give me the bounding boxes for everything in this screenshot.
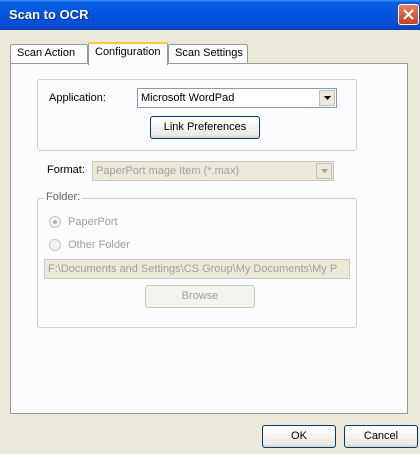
browse-button[interactable]: Browse <box>145 285 255 308</box>
application-group: Application: Microsoft WordPad Link Pref… <box>37 79 357 151</box>
other-folder-radio[interactable] <box>49 239 61 251</box>
application-value: Microsoft WordPad <box>141 92 235 104</box>
browse-label: Browse <box>181 290 219 302</box>
folder-path-field[interactable]: F:\Documents and Settings\CS Group\My Do… <box>44 259 350 279</box>
chevron-down-icon[interactable] <box>316 163 332 179</box>
tab-label: Configuration <box>95 46 161 58</box>
other-folder-radio-label: Other Folder <box>68 239 130 251</box>
cancel-label: Cancel <box>363 430 399 442</box>
configuration-panel: Application: Microsoft WordPad Link Pref… <box>10 63 408 414</box>
radio-selected-dot <box>53 220 57 224</box>
tab-label: Scan Settings <box>175 47 243 59</box>
link-preferences-button[interactable]: Link Preferences <box>150 116 260 139</box>
chevron-down-icon[interactable] <box>319 90 335 106</box>
application-select[interactable]: Microsoft WordPad <box>137 88 337 108</box>
title-bar[interactable]: Scan to OCR <box>0 0 420 30</box>
folder-group-label: Folder: <box>44 191 83 203</box>
application-label: Application: <box>49 92 106 104</box>
tab-scan-settings[interactable]: Scan Settings <box>168 44 248 63</box>
format-value: PaperPort mage Item (*.max) <box>96 165 240 177</box>
tab-configuration[interactable]: Configuration <box>88 42 168 65</box>
folder-path-value: F:\Documents and Settings\CS Group\My Do… <box>48 263 338 275</box>
cancel-button[interactable]: Cancel <box>344 425 418 448</box>
format-label: Format: <box>47 164 85 176</box>
ok-button[interactable]: OK <box>262 425 336 448</box>
ok-label: OK <box>291 430 307 442</box>
tab-label: Scan Action <box>17 47 76 59</box>
paperport-radio-label: PaperPort <box>68 216 118 228</box>
paperport-radio[interactable] <box>49 216 61 228</box>
link-preferences-label: Link Preferences <box>163 121 247 133</box>
format-select[interactable]: PaperPort mage Item (*.max) <box>92 161 334 181</box>
close-button[interactable] <box>398 4 419 25</box>
tab-scan-action[interactable]: Scan Action <box>10 44 88 63</box>
scan-to-ocr-dialog: Scan to OCR Scan Action Configuration Sc… <box>0 0 420 454</box>
window-title: Scan to OCR <box>9 7 89 22</box>
folder-group: Folder: PaperPort Other Folder F:\Docume… <box>37 191 357 328</box>
